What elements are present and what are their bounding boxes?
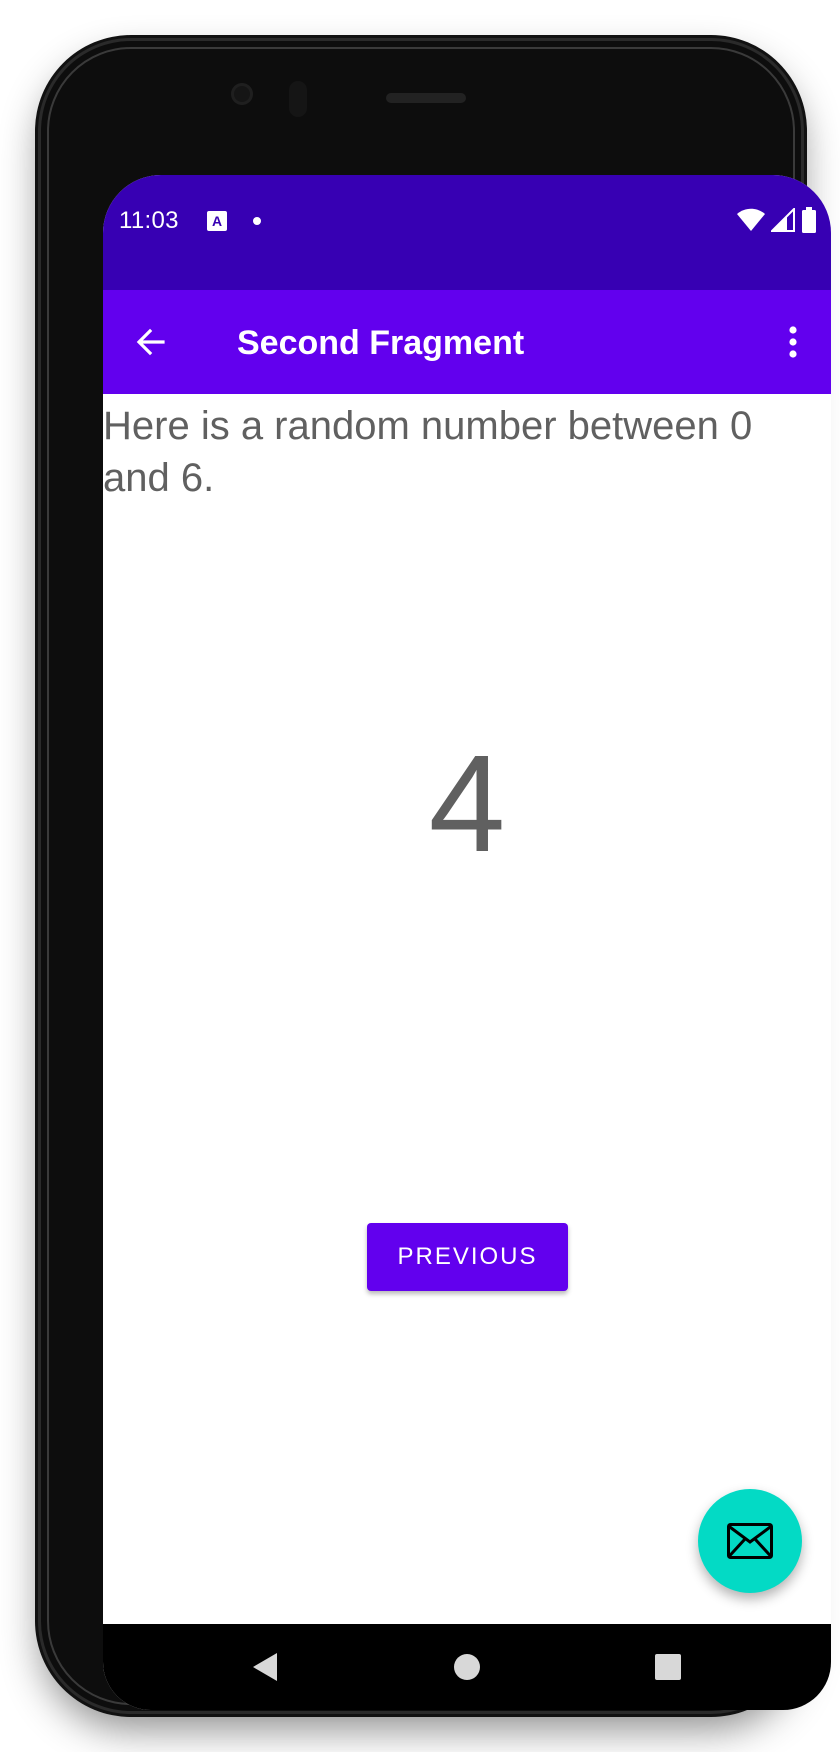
status-bar: 11:03 A bbox=[103, 175, 831, 290]
system-home-button[interactable] bbox=[442, 1642, 492, 1692]
overflow-menu-button[interactable] bbox=[773, 316, 813, 368]
battery-icon bbox=[802, 207, 816, 233]
signal-icon bbox=[771, 208, 795, 232]
earpiece-speaker bbox=[386, 93, 466, 103]
notification-app-icon: A bbox=[207, 211, 227, 231]
back-triangle-icon bbox=[253, 1653, 277, 1681]
navigate-up-button[interactable] bbox=[125, 316, 177, 368]
front-camera bbox=[231, 83, 253, 105]
status-time: 11:03 bbox=[119, 207, 179, 234]
system-navigation-bar bbox=[103, 1624, 831, 1710]
home-circle-icon bbox=[454, 1654, 480, 1680]
wifi-icon bbox=[737, 208, 765, 231]
status-icons bbox=[737, 207, 817, 233]
email-fab[interactable] bbox=[698, 1489, 802, 1593]
random-header-text: Here is a random number between 0 and 6. bbox=[103, 404, 753, 500]
second-fragment-content: Here is a random number between 0 and 6.… bbox=[103, 394, 831, 1624]
proximity-sensor bbox=[289, 81, 307, 117]
app-bar-title: Second Fragment bbox=[237, 324, 525, 362]
email-icon bbox=[727, 1523, 773, 1559]
random-number-display: 4 bbox=[428, 727, 506, 881]
device-screen: 11:03 A Second Fragment Here is a random… bbox=[103, 175, 831, 1710]
recents-square-icon bbox=[655, 1654, 681, 1680]
system-recents-button[interactable] bbox=[643, 1642, 693, 1692]
system-back-button[interactable] bbox=[240, 1642, 290, 1692]
app-bar: Second Fragment bbox=[103, 290, 831, 394]
phone-frame: 11:03 A Second Fragment Here is a random… bbox=[41, 41, 831, 1711]
notification-dot-icon bbox=[253, 217, 261, 225]
screenshot: 11:03 A Second Fragment Here is a random… bbox=[0, 0, 840, 1752]
more-vert-icon bbox=[789, 326, 797, 358]
previous-button[interactable]: PREVIOUS bbox=[367, 1223, 568, 1291]
arrow-left-icon bbox=[136, 328, 165, 356]
